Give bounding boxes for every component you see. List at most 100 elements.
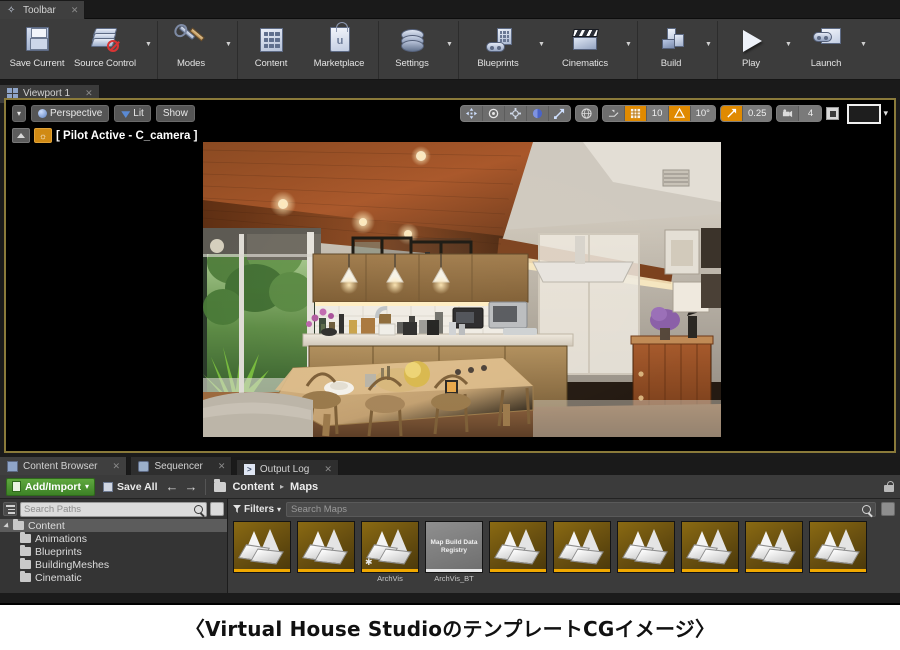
search-maps-input[interactable]: Search Maps: [286, 502, 876, 517]
tree-item-blueprints[interactable]: Blueprints: [0, 545, 227, 558]
tree-item-content[interactable]: Content: [0, 519, 227, 532]
modes-caret-icon[interactable]: ▼: [222, 41, 235, 60]
maximize-viewport-icon[interactable]: [826, 107, 839, 120]
viewport-options-menu[interactable]: ▾: [12, 105, 26, 122]
source-control-caret-icon[interactable]: ▼: [142, 41, 155, 60]
funnel-icon: [233, 505, 241, 513]
blueprints-caret-icon[interactable]: ▼: [535, 41, 548, 60]
tab-sequencer[interactable]: Sequencer ✕: [131, 457, 232, 475]
launch-caret-icon[interactable]: ▼: [857, 41, 870, 60]
viewport-layout-icon[interactable]: [847, 104, 881, 124]
search-paths-input[interactable]: Search Paths: [20, 502, 207, 517]
save-current-label: Save Current: [10, 58, 65, 69]
pilot-camera-icon[interactable]: ☼: [34, 128, 52, 143]
content-grid-icon: [254, 25, 288, 57]
asset-tile-archvis[interactable]: ✱ ArchVis: [361, 521, 419, 583]
globe-icon[interactable]: [576, 106, 597, 121]
asset-tile[interactable]: [617, 521, 675, 583]
asset-tile[interactable]: [681, 521, 739, 583]
search-icon: [194, 505, 203, 514]
level-thumbnail: [617, 521, 675, 573]
asset-tile[interactable]: [745, 521, 803, 583]
build-button[interactable]: Build: [640, 21, 702, 79]
close-icon[interactable]: ✕: [71, 5, 79, 16]
search-paths-placeholder: Search Paths: [24, 504, 81, 515]
layout-caret-icon[interactable]: ▾: [883, 108, 888, 119]
breadcrumb-item-maps[interactable]: Maps: [290, 481, 318, 493]
tree-item-cinematic[interactable]: Cinematic: [0, 571, 227, 584]
select-translate-icon[interactable]: [461, 106, 483, 121]
asset-tile[interactable]: [233, 521, 291, 583]
show-menu-button[interactable]: Show: [156, 105, 195, 122]
modified-asterisk-icon: ✱: [365, 557, 373, 568]
world-space-icon[interactable]: [527, 106, 549, 121]
new-asset-icon: [12, 481, 21, 492]
arrow-right-icon[interactable]: →: [184, 479, 197, 494]
cinematics-button[interactable]: Cinematics: [548, 21, 622, 79]
add-import-button[interactable]: Add/Import ▾: [6, 478, 95, 496]
close-icon[interactable]: ✕: [218, 461, 226, 472]
marketplace-button[interactable]: Marketplace: [302, 21, 376, 79]
camera-speed-icon[interactable]: [777, 106, 799, 121]
transform-gizmo-icon[interactable]: [549, 106, 570, 121]
tree-item-label: Content: [28, 520, 65, 532]
map-build-data-label: Map Build Data Registry: [426, 539, 482, 555]
tree-item-animations[interactable]: Animations: [0, 532, 227, 545]
content-browser-body: Search Paths Content Anim: [0, 499, 900, 593]
scale-snap-icon[interactable]: [721, 106, 743, 121]
settings-button[interactable]: Settings: [381, 21, 443, 79]
sources-panel-icon[interactable]: [3, 502, 17, 516]
asset-tile[interactable]: [297, 521, 355, 583]
build-caret-icon[interactable]: ▼: [702, 41, 715, 60]
asset-tile-archvis-bt[interactable]: Map Build Data Registry ArchVis_BT: [425, 521, 483, 583]
list-view-icon[interactable]: [210, 502, 224, 516]
launch-device-icon: [809, 25, 843, 57]
asset-tile[interactable]: [489, 521, 547, 583]
angle-snap-icon[interactable]: [669, 106, 691, 121]
tree-item-label: Blueprints: [35, 546, 82, 558]
eject-icon[interactable]: [12, 128, 30, 143]
surface-snap-icon[interactable]: [603, 106, 625, 121]
play-caret-icon[interactable]: ▼: [782, 41, 795, 60]
rotate-icon[interactable]: [483, 106, 505, 121]
camera-speed-value[interactable]: 4: [799, 106, 821, 121]
save-current-button[interactable]: Save Current: [6, 21, 68, 79]
gear-icon: [395, 25, 429, 57]
folder-icon: [20, 547, 31, 556]
level-viewport[interactable]: ▾ Perspective Lit Show: [4, 98, 896, 453]
close-icon[interactable]: ✕: [324, 464, 332, 475]
tree-item-buildingmeshes[interactable]: BuildingMeshes: [0, 558, 227, 571]
arrow-left-icon[interactable]: ←: [165, 479, 178, 494]
grid-snap-value[interactable]: 10: [647, 106, 669, 121]
expand-arrow-icon[interactable]: [3, 522, 10, 529]
source-control-button[interactable]: Source Control: [68, 21, 142, 79]
save-search-icon[interactable]: [881, 502, 895, 516]
camera-mode-button[interactable]: Perspective: [31, 105, 109, 122]
content-button[interactable]: Content: [240, 21, 302, 79]
filters-button[interactable]: Filters ▾: [233, 504, 281, 515]
close-icon[interactable]: ✕: [112, 461, 120, 472]
tab-toolbar[interactable]: ✧ Toolbar ✕: [0, 1, 85, 20]
scale-icon[interactable]: [505, 106, 527, 121]
launch-button[interactable]: Launch: [795, 21, 857, 79]
tab-content-browser[interactable]: Content Browser ✕: [0, 457, 127, 475]
blueprints-button[interactable]: Blueprints: [461, 21, 535, 79]
angle-snap-value[interactable]: 10°: [691, 106, 715, 121]
cinematics-caret-icon[interactable]: ▼: [622, 41, 635, 60]
folder-icon: [214, 482, 226, 492]
play-button[interactable]: Play: [720, 21, 782, 79]
scale-snap-value[interactable]: 0.25: [743, 106, 772, 121]
breadcrumb-item-content[interactable]: Content: [232, 481, 274, 493]
chevron-down-icon: ▾: [277, 505, 281, 514]
breadcrumb-separator-icon: ▸: [280, 482, 284, 491]
settings-caret-icon[interactable]: ▼: [443, 41, 456, 60]
asset-tile[interactable]: [809, 521, 867, 583]
view-mode-button[interactable]: Lit: [114, 105, 151, 122]
asset-tile[interactable]: [553, 521, 611, 583]
grid-snap-icon[interactable]: [625, 106, 647, 121]
level-thumbnail: [809, 521, 867, 573]
lock-open-icon[interactable]: [884, 481, 894, 492]
modes-button[interactable]: Modes: [160, 21, 222, 79]
coordinate-system-toggle[interactable]: [575, 105, 598, 122]
save-all-button[interactable]: Save All: [103, 481, 157, 493]
